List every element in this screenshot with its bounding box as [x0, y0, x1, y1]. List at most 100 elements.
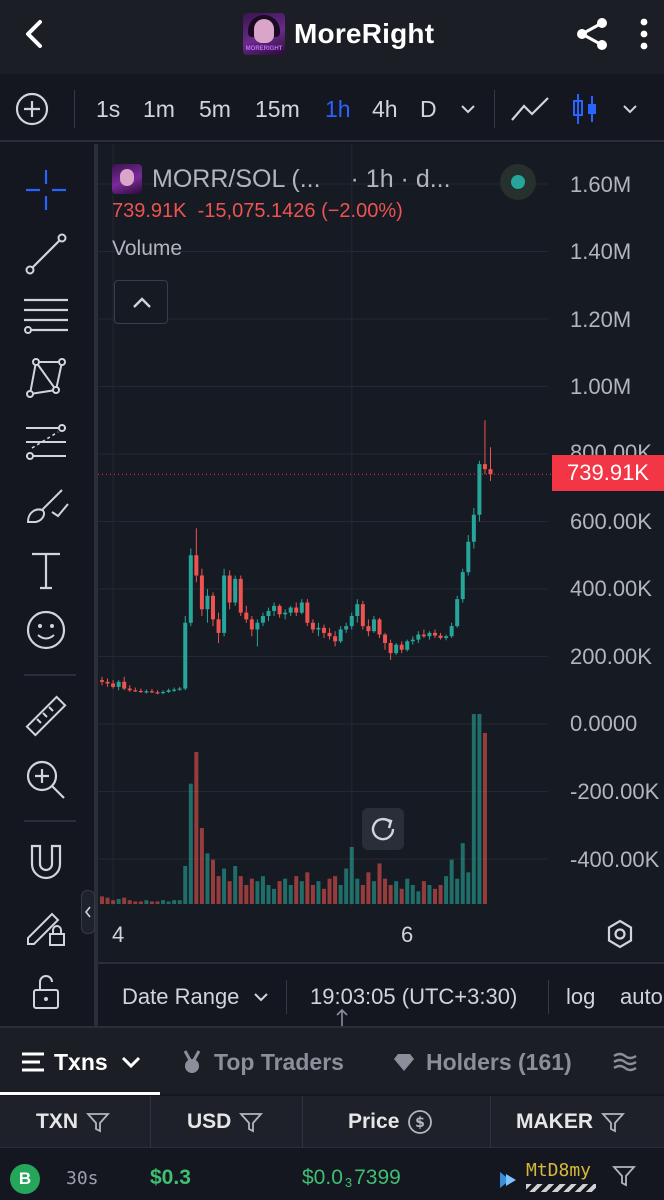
volume-bar: [360, 885, 365, 904]
chevron-down-icon[interactable]: [620, 92, 640, 126]
candle-body: [471, 514, 476, 542]
candle-body: [477, 464, 482, 515]
column-price[interactable]: Price $: [348, 1108, 433, 1136]
brush-icon[interactable]: [22, 482, 70, 530]
price-axis-label: -200.00K: [570, 779, 660, 804]
volume-bar: [355, 878, 360, 904]
chart-area[interactable]: MORR/SOL (... · 1h · d... 739.91K -15,07…: [98, 144, 664, 962]
interval-15m[interactable]: 15m: [255, 94, 300, 124]
volume-bar: [255, 881, 260, 904]
more-options-icon[interactable]: [634, 14, 654, 54]
rail-divider: [24, 820, 76, 822]
candle-body: [405, 641, 410, 650]
volume-bar: [471, 714, 476, 904]
pattern-icon[interactable]: [22, 354, 70, 402]
volume-bar: [105, 897, 110, 904]
date-range-button[interactable]: Date Range: [122, 984, 270, 1010]
candle-body: [216, 619, 221, 633]
tab-liquidity[interactable]: [612, 1046, 638, 1078]
volume-bar: [405, 878, 410, 904]
tab-top-traders[interactable]: Top Traders: [180, 1046, 344, 1078]
collapse-rail-button[interactable]: [81, 890, 95, 934]
volume-bar: [222, 868, 227, 904]
reset-chart-button[interactable]: [362, 808, 404, 850]
interval-1m[interactable]: 1m: [143, 94, 175, 124]
emoji-icon[interactable]: [22, 606, 70, 654]
candle-body: [488, 469, 493, 475]
maker-address[interactable]: MtD8my: [526, 1160, 591, 1181]
share-icon[interactable]: [572, 14, 612, 54]
tab-holders[interactable]: Holders (161): [392, 1046, 572, 1078]
volume-bar: [260, 876, 265, 904]
table-row[interactable]: B 30s $0.3 $0.0 37399 MtD8my: [0, 1150, 664, 1200]
interval-5m[interactable]: 5m: [199, 94, 231, 124]
chevron-down-icon[interactable]: [458, 92, 478, 126]
app-header: MORERIGHT MoreRight: [0, 0, 664, 74]
legend-change: -15,075.1426 (−2.00%): [197, 200, 403, 222]
filter-icon[interactable]: [612, 1164, 636, 1188]
dollar-toggle-icon[interactable]: $: [407, 1109, 433, 1135]
price-axis-label: 200.00K: [570, 644, 652, 669]
volume-bar: [249, 878, 254, 904]
date-range-label: Date Range: [122, 984, 240, 1009]
interval-1d[interactable]: D: [420, 94, 437, 124]
trend-line-icon[interactable]: [22, 230, 70, 278]
lock-drawing-icon[interactable]: [22, 902, 70, 950]
txn-usd: $0.3: [150, 1166, 191, 1189]
column-usd[interactable]: USD: [187, 1108, 264, 1136]
volume-bar: [305, 872, 310, 904]
volume-bar: [172, 900, 177, 904]
candle-body: [433, 632, 437, 636]
unlock-icon[interactable]: [22, 968, 70, 1016]
ruler-icon[interactable]: [22, 692, 70, 740]
candle-body: [155, 692, 160, 694]
candle-body: [166, 690, 171, 692]
symbol-name[interactable]: MORR/SOL (...: [152, 165, 321, 194]
filter-icon[interactable]: [239, 1111, 264, 1133]
volume-bar: [344, 868, 349, 904]
token-logo: MORERIGHT: [243, 13, 285, 55]
tab-top-traders-label: Top Traders: [214, 1048, 344, 1075]
auto-scale-toggle[interactable]: auto: [620, 984, 663, 1010]
candle-body: [288, 607, 293, 613]
volume-bar: [272, 888, 277, 904]
tab-txns[interactable]: Txns: [20, 1046, 142, 1078]
text-tool-icon[interactable]: [22, 546, 70, 594]
column-txn[interactable]: TXN: [36, 1108, 110, 1136]
filter-icon[interactable]: [601, 1111, 625, 1133]
candle-body: [305, 602, 310, 623]
column-maker[interactable]: MAKER: [516, 1108, 625, 1136]
line-chart-icon[interactable]: [510, 92, 552, 126]
volume-bar: [111, 900, 116, 904]
interval-4h[interactable]: 4h: [372, 94, 398, 124]
add-indicator-icon[interactable]: [14, 91, 50, 127]
back-arrow-icon[interactable]: [18, 16, 54, 52]
chevron-down-icon: [121, 1056, 140, 1069]
symbol-timeframe: · 1h · d...: [350, 164, 451, 193]
volume-bar: [383, 878, 388, 904]
interval-1s[interactable]: 1s: [96, 94, 120, 124]
zoom-in-icon[interactable]: [22, 756, 70, 804]
chart-settings-icon[interactable]: [604, 918, 636, 950]
candle-body: [188, 555, 193, 623]
filter-icon[interactable]: [86, 1111, 110, 1133]
footer-divider: [286, 980, 287, 1014]
magnet-icon[interactable]: [22, 838, 70, 886]
volume-bar: [127, 900, 132, 904]
candle-body: [377, 619, 382, 635]
volume-bar: [433, 888, 437, 904]
crosshair-icon[interactable]: [22, 166, 70, 214]
candle-body: [322, 627, 326, 633]
collapse-legend-button[interactable]: [114, 280, 168, 324]
candlestick-chart-icon[interactable]: [570, 92, 600, 126]
forecast-icon[interactable]: [22, 418, 70, 466]
volume-bar: [310, 885, 315, 904]
toolbar-divider: [494, 90, 495, 128]
volume-bar: [277, 881, 282, 904]
log-scale-toggle[interactable]: log: [566, 984, 595, 1010]
fib-retracement-icon[interactable]: [22, 292, 70, 340]
volume-bar: [427, 885, 432, 904]
interval-1h[interactable]: 1h: [325, 94, 351, 124]
candle-body: [460, 572, 465, 600]
volume-bar: [438, 885, 443, 904]
